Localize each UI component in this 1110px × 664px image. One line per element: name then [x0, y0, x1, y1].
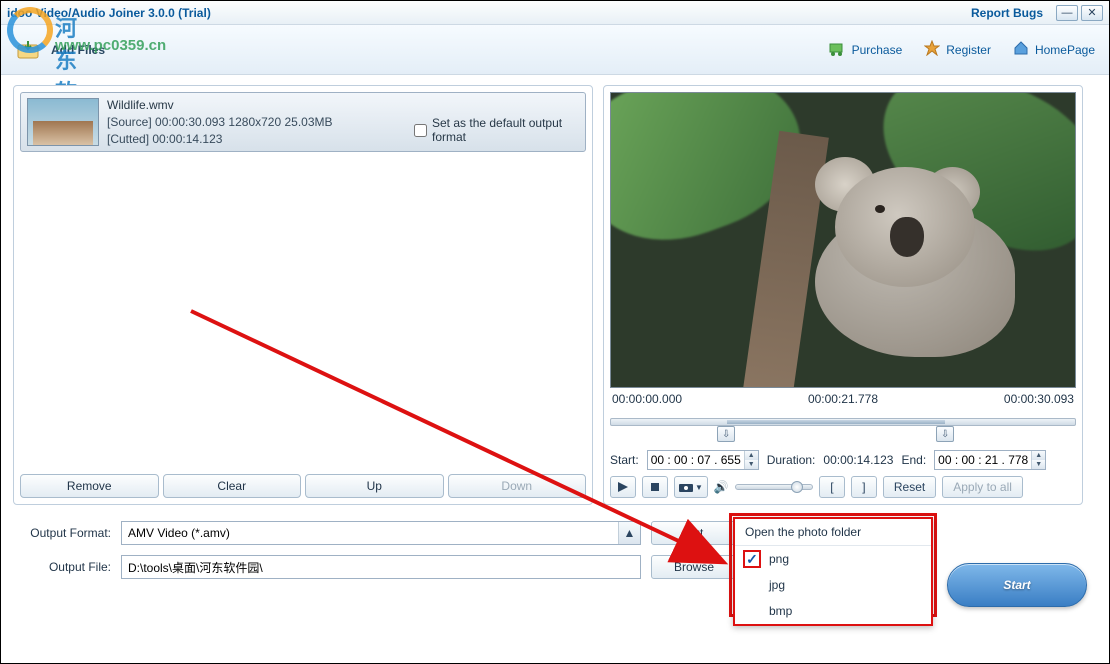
app-title: idoo Video/Audio Joiner 3.0.0 (Trial) — [7, 6, 971, 20]
popup-option-png[interactable]: ✓ png — [735, 546, 931, 572]
output-file-field[interactable] — [122, 556, 640, 578]
title-bar: idoo Video/Audio Joiner 3.0.0 (Trial) Re… — [1, 1, 1109, 25]
homepage-link[interactable]: HomePage — [1013, 40, 1095, 59]
spin-up-icon[interactable]: ▲ — [745, 451, 758, 460]
star-icon — [924, 40, 940, 59]
default-output-check-input[interactable] — [414, 124, 427, 137]
report-bugs-link[interactable]: Report Bugs — [971, 6, 1043, 20]
down-button: Down — [448, 474, 587, 498]
cut-button[interactable]: Cut — [651, 521, 737, 545]
apply-all-button: Apply to all — [942, 476, 1023, 498]
file-source-line: [Source] 00:00:30.093 1280x720 25.03MB — [107, 115, 333, 129]
cart-icon — [828, 40, 846, 59]
home-icon — [1013, 40, 1029, 59]
main-toolbar: Add Files Purchase Register HomePage — [1, 25, 1109, 75]
up-button[interactable]: Up — [305, 474, 444, 498]
output-format-label: Output Format: — [19, 526, 111, 540]
check-icon: ✓ — [743, 550, 761, 568]
file-cutted-line: [Cutted] 00:00:14.123 — [107, 132, 333, 146]
default-output-checkbox[interactable]: Set as the default output format — [414, 116, 592, 144]
time-start: 00:00:00.000 — [612, 392, 682, 406]
end-time-field[interactable] — [935, 451, 1031, 469]
time-labels: 00:00:00.000 00:00:21.778 00:00:30.093 — [610, 388, 1076, 410]
video-preview[interactable] — [610, 92, 1076, 388]
volume-icon: 🔊 — [714, 480, 729, 494]
snapshot-button[interactable]: ▼ — [674, 476, 708, 498]
spin-down-icon[interactable]: ▼ — [745, 460, 758, 469]
duration-label: Duration: — [767, 453, 816, 467]
preview-panel: 00:00:00.000 00:00:21.778 00:00:30.093 ⇩… — [603, 85, 1083, 505]
purchase-link[interactable]: Purchase — [828, 40, 903, 59]
spin-down-icon[interactable]: ▼ — [1032, 460, 1045, 469]
spin-up-icon[interactable]: ▲ — [1032, 451, 1045, 460]
start-time-field[interactable] — [648, 451, 744, 469]
range-handle-start[interactable]: ⇩ — [717, 426, 735, 442]
output-section: Output Format: ▲ Cut Output File: Browse — [1, 511, 1109, 601]
range-handle-end[interactable]: ⇩ — [936, 426, 954, 442]
file-list-panel: Wildlife.wmv [Source] 00:00:30.093 1280x… — [13, 85, 593, 505]
close-button[interactable]: ✕ — [1081, 5, 1103, 21]
file-thumbnail — [27, 98, 99, 146]
popup-header[interactable]: Open the photo folder — [735, 519, 931, 546]
output-format-combo[interactable]: ▲ — [121, 521, 641, 545]
time-current: 00:00:21.778 — [808, 392, 878, 406]
browse-button[interactable]: Browse — [651, 555, 737, 579]
duration-value: 00:00:14.123 — [823, 453, 893, 467]
bracket-in-button[interactable]: [ — [819, 476, 845, 498]
reset-button[interactable]: Reset — [883, 476, 936, 498]
bracket-out-button[interactable]: ] — [851, 476, 877, 498]
volume-slider[interactable] — [735, 484, 813, 490]
output-file-label: Output File: — [19, 560, 111, 574]
output-file-field-wrap[interactable] — [121, 555, 641, 579]
clear-button[interactable]: Clear — [163, 474, 302, 498]
time-end: 00:00:30.093 — [1004, 392, 1074, 406]
add-files-button[interactable]: Add Files — [15, 38, 105, 62]
output-format-field[interactable] — [122, 522, 618, 544]
remove-button[interactable]: Remove — [20, 474, 159, 498]
popup-option-jpg[interactable]: jpg — [735, 572, 931, 598]
add-files-icon — [15, 38, 43, 62]
popup-option-bmp[interactable]: bmp — [735, 598, 931, 624]
add-files-label: Add Files — [51, 43, 105, 57]
file-name: Wildlife.wmv — [107, 98, 333, 112]
minimize-button[interactable]: — — [1056, 5, 1078, 21]
range-slider[interactable]: ⇩ ⇩ — [610, 412, 1076, 444]
stop-button[interactable] — [642, 476, 668, 498]
start-button[interactable]: Start — [947, 563, 1087, 607]
end-time-input[interactable]: ▲▼ — [934, 450, 1046, 470]
start-time-input[interactable]: ▲▼ — [647, 450, 759, 470]
start-label: Start: — [610, 453, 639, 467]
snapshot-format-menu[interactable]: Open the photo folder ✓ png jpg bmp — [733, 517, 933, 626]
register-link[interactable]: Register — [924, 40, 991, 59]
end-label: End: — [901, 453, 926, 467]
dropdown-icon[interactable]: ▲ — [618, 522, 640, 544]
play-button[interactable] — [610, 476, 636, 498]
